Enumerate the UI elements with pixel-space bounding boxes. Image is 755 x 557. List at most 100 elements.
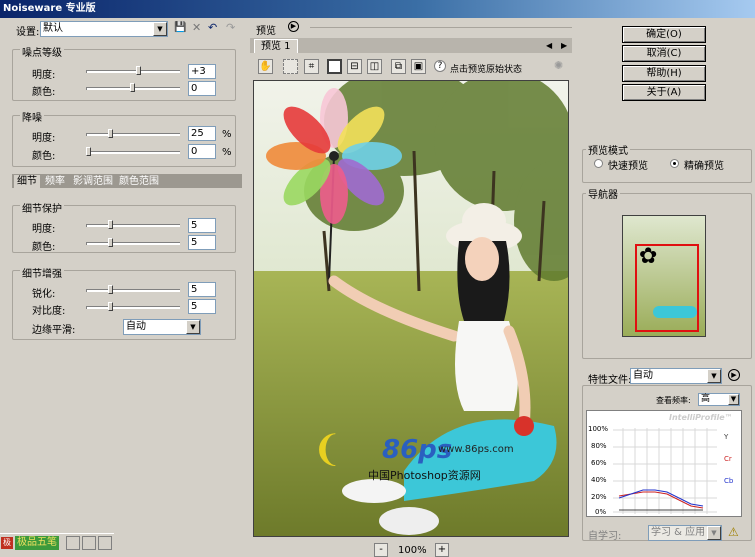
- tab-detail[interactable]: 细节: [14, 175, 40, 189]
- preview-tabbar: [250, 38, 572, 53]
- noise-luma-field[interactable]: +3: [188, 64, 216, 79]
- edge-smooth-select[interactable]: 自动 ▼: [123, 319, 201, 335]
- navigator-viewport[interactable]: [635, 244, 699, 332]
- protect-luma-thumb[interactable]: [108, 220, 113, 229]
- ime-punct-button[interactable]: [82, 536, 96, 550]
- crop-select-icon[interactable]: ⌗: [304, 59, 319, 74]
- reduce-color-unit: %: [222, 147, 232, 158]
- cancel-button[interactable]: 取消(C): [622, 45, 706, 62]
- noise-luma-label: 明度:: [32, 70, 56, 81]
- accurate-preview-label: 精确预览: [684, 161, 724, 172]
- redo-icon[interactable]: ↷: [226, 21, 235, 34]
- select-tool-icon[interactable]: [283, 59, 298, 74]
- settings-value: 默认: [43, 23, 63, 34]
- learn-select[interactable]: 学习 & 应用 ▼: [648, 525, 722, 541]
- watermark: ❨ 86ps www.86ps.com 中国Photoshop资源网: [312, 429, 514, 489]
- reduce-luma-label: 明度:: [32, 133, 56, 144]
- zoom-out-button[interactable]: -: [374, 543, 388, 557]
- settings-label: 设置:: [16, 27, 40, 38]
- series-cr: [618, 491, 704, 509]
- profile-label: 特性文件:: [588, 375, 632, 386]
- help-button[interactable]: 帮助(H): [622, 65, 706, 82]
- chevron-down-icon: ▼: [707, 369, 721, 383]
- watermark-text: 中国Photoshop资源网: [368, 469, 481, 482]
- ime-name[interactable]: 极品五笔: [15, 536, 59, 550]
- navigator-thumbnail[interactable]: ✿: [622, 215, 706, 337]
- preview-mode-title: 预览模式: [586, 142, 630, 157]
- fast-preview-radio[interactable]: [594, 159, 603, 168]
- sharpen-track[interactable]: [86, 289, 180, 292]
- protect-luma-track[interactable]: [86, 224, 180, 227]
- preview-label: 预览: [256, 26, 276, 37]
- chevron-down-icon: ▼: [707, 526, 721, 540]
- tab-next-icon[interactable]: ▶: [561, 41, 567, 50]
- watermark-swoosh-icon: ❨: [312, 429, 343, 470]
- image-icon[interactable]: ▣: [411, 59, 426, 74]
- split-horizontal-icon[interactable]: ⊟: [347, 59, 362, 74]
- preview-rule: [310, 27, 572, 28]
- new-preview-icon[interactable]: ⧉: [391, 59, 406, 74]
- tab-tonal-range[interactable]: 影调范围: [70, 175, 116, 189]
- reduce-color-track[interactable]: [86, 151, 180, 154]
- reduce-color-field[interactable]: 0: [188, 144, 216, 159]
- tab-color-range[interactable]: 颜色范围: [116, 175, 162, 189]
- help-icon[interactable]: ?: [434, 60, 446, 72]
- legend-cb: Cb: [724, 477, 734, 485]
- ime-icon[interactable]: 极: [1, 537, 13, 549]
- view-freq-label: 查看频率:: [656, 396, 691, 405]
- noise-color-thumb[interactable]: [130, 83, 135, 92]
- reduce-luma-track[interactable]: [86, 133, 180, 136]
- sharpen-thumb[interactable]: [108, 285, 113, 294]
- reduce-color-thumb[interactable]: [86, 147, 91, 156]
- profile-chart: IntelliProfile™ 100% 80% 60% 40% 20% 0% …: [586, 410, 742, 517]
- noise-luma-track[interactable]: [86, 70, 180, 73]
- tab-frequency[interactable]: 频率: [42, 175, 68, 189]
- noise-level-title: 噪点等级: [20, 44, 64, 59]
- protect-color-field[interactable]: 5: [188, 235, 216, 250]
- settings-select[interactable]: 默认 ▼: [40, 21, 168, 37]
- undo-icon[interactable]: ↶: [208, 21, 217, 34]
- reduce-luma-field[interactable]: 25: [188, 126, 216, 141]
- delete-icon[interactable]: ✕: [192, 21, 201, 34]
- zoom-in-button[interactable]: +: [435, 543, 449, 557]
- ime-softkb-button[interactable]: [98, 536, 112, 550]
- tab-prev-icon[interactable]: ◀: [546, 41, 552, 50]
- hand-tool-icon[interactable]: ✋: [258, 59, 273, 74]
- single-view-icon[interactable]: [327, 59, 342, 74]
- about-button[interactable]: 关于(A): [622, 84, 706, 101]
- reduce-luma-thumb[interactable]: [108, 129, 113, 138]
- right-panel: 确定(O) 取消(C) 帮助(H) 关于(A) 预览模式 快速预览 精确预览 导…: [578, 19, 755, 542]
- protect-color-label: 颜色:: [32, 242, 56, 253]
- save-icon[interactable]: 💾: [174, 22, 186, 33]
- noise-color-field[interactable]: 0: [188, 81, 216, 96]
- protect-luma-field[interactable]: 5: [188, 218, 216, 233]
- sharpen-field[interactable]: 5: [188, 282, 216, 297]
- profile-menu-icon[interactable]: ▶: [728, 369, 740, 381]
- detail-protect-title: 细节保护: [20, 200, 64, 215]
- warning-icon: ⚠: [728, 525, 739, 539]
- noise-color-label: 颜色:: [32, 87, 56, 98]
- ime-mode-button[interactable]: [66, 536, 80, 550]
- play-icon[interactable]: ▶: [288, 21, 299, 32]
- accurate-preview-radio[interactable]: [670, 159, 679, 168]
- chevron-down-icon: ▼: [153, 22, 167, 36]
- contrast-track[interactable]: [86, 306, 180, 309]
- protect-color-thumb[interactable]: [108, 238, 113, 247]
- contrast-thumb[interactable]: [108, 302, 113, 311]
- preview-image[interactable]: ❨ 86ps www.86ps.com 中国Photoshop资源网: [253, 80, 569, 537]
- edge-smooth-label: 边缘平滑:: [32, 325, 76, 336]
- learn-label: 自学习:: [588, 531, 622, 542]
- ime-bar: 极 极品五笔: [0, 533, 114, 551]
- split-vertical-icon[interactable]: ◫: [367, 59, 382, 74]
- noise-luma-thumb[interactable]: [136, 66, 141, 75]
- view-freq-select[interactable]: 高 ▼: [698, 393, 740, 406]
- protect-color-track[interactable]: [86, 242, 180, 245]
- profile-select[interactable]: 自动 ▼: [630, 368, 722, 384]
- chevron-down-icon: ▼: [186, 320, 200, 334]
- contrast-field[interactable]: 5: [188, 299, 216, 314]
- ytick-20: 20%: [591, 493, 607, 501]
- ok-button[interactable]: 确定(O): [622, 26, 706, 43]
- tab-preview-1[interactable]: 预览 1: [254, 39, 298, 53]
- sharpen-label: 锐化:: [32, 289, 56, 300]
- ytick-40: 40%: [591, 476, 607, 484]
